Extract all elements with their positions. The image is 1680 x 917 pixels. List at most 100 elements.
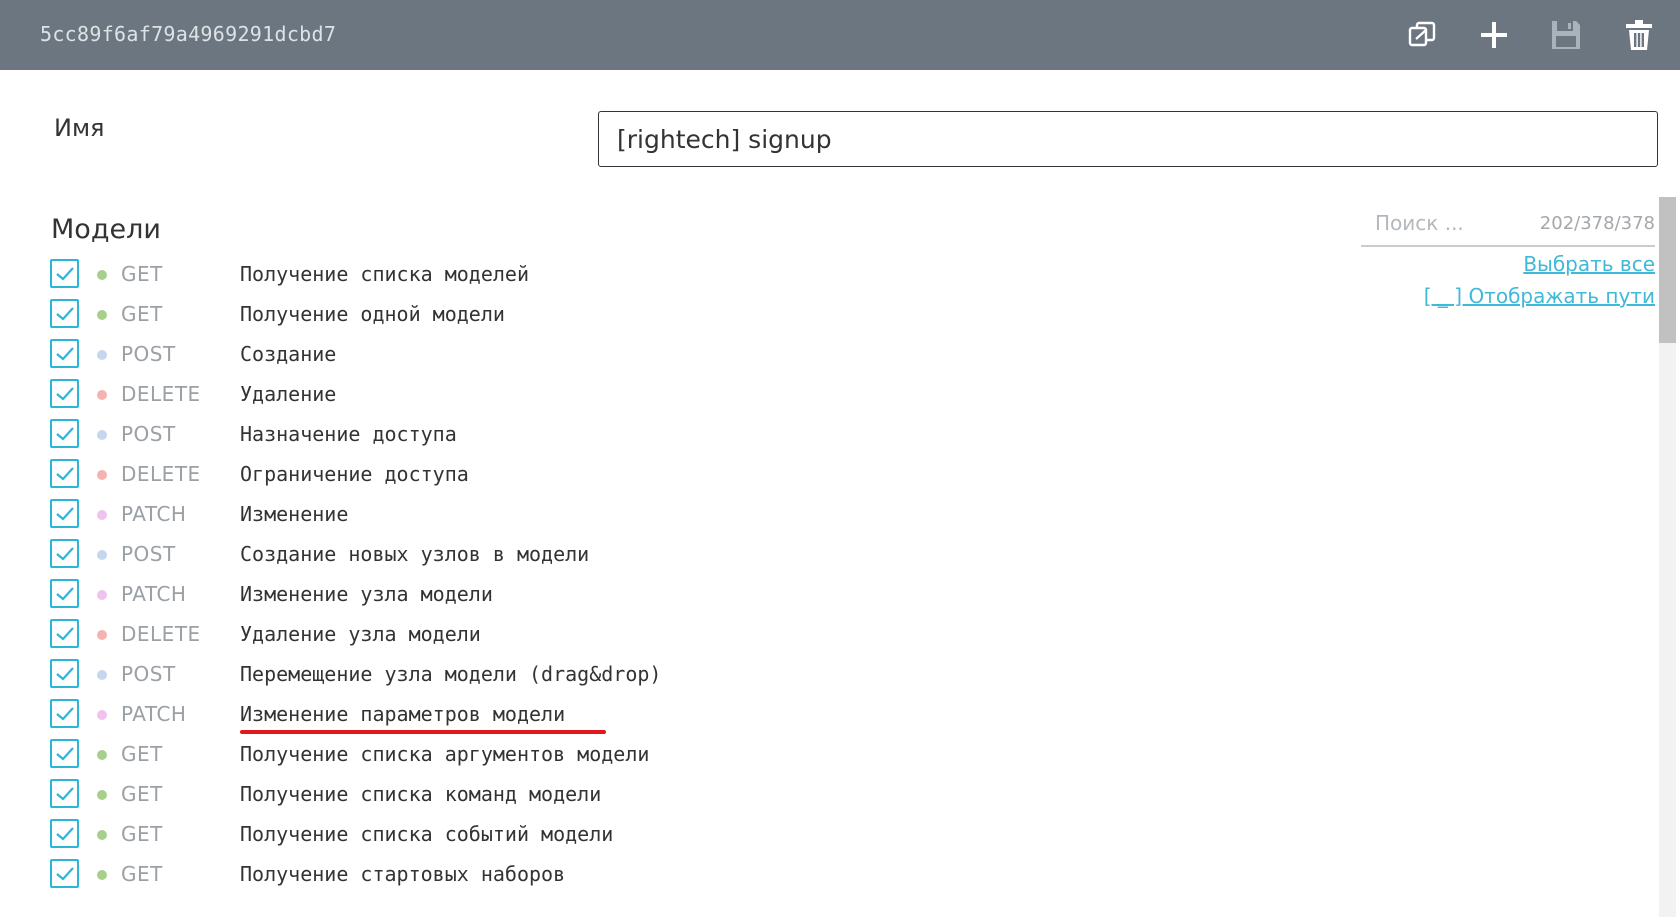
- http-method: DELETE: [121, 462, 201, 486]
- endpoint-row[interactable]: PATCH Изменение узла модели: [50, 575, 950, 615]
- copy-icon: [1408, 21, 1436, 47]
- checkmark-icon: [55, 266, 74, 281]
- endpoint-description: Создание новых узлов в модели: [240, 542, 590, 566]
- endpoint-checkbox[interactable]: [50, 779, 79, 808]
- method-dot-icon: [97, 670, 107, 680]
- http-method: GET: [121, 822, 163, 846]
- endpoint-description: Ограничение доступа: [240, 462, 469, 486]
- http-method: DELETE: [121, 622, 201, 646]
- endpoint-row[interactable]: POST Создание новых узлов в модели: [50, 535, 950, 575]
- method-dot-icon: [97, 630, 107, 640]
- http-method: PATCH: [121, 702, 187, 726]
- http-method: POST: [121, 422, 176, 446]
- endpoint-description: Получение одной модели: [240, 302, 505, 326]
- endpoint-row[interactable]: DELETE Удаление узла модели: [50, 615, 950, 655]
- http-method: PATCH: [121, 502, 187, 526]
- trash-icon: [1626, 20, 1652, 50]
- name-input[interactable]: [598, 111, 1658, 167]
- endpoint-description: Назначение доступа: [240, 422, 457, 446]
- checkmark-icon: [55, 426, 74, 441]
- show-paths-toggle[interactable]: [ _ ] Отображать пути: [1424, 284, 1655, 308]
- http-method: POST: [121, 662, 176, 686]
- copy-button[interactable]: [1402, 15, 1442, 55]
- endpoint-row[interactable]: PATCH Изменение параметров модели: [50, 695, 950, 735]
- search-box: 202/378/378: [1361, 207, 1655, 247]
- endpoint-row[interactable]: GET Получение стартовых наборов: [50, 855, 950, 895]
- endpoint-row[interactable]: GET Получение списка моделей: [50, 255, 950, 295]
- endpoint-checkbox[interactable]: [50, 619, 79, 648]
- checkmark-icon: [55, 546, 74, 561]
- endpoint-row[interactable]: DELETE Ограничение доступа: [50, 455, 950, 495]
- method-dot-icon: [97, 270, 107, 280]
- endpoint-checkbox[interactable]: [50, 379, 79, 408]
- method-dot-icon: [97, 790, 107, 800]
- checkmark-icon: [55, 306, 74, 321]
- method-dot-icon: [97, 310, 107, 320]
- endpoint-row[interactable]: GET Получение одной модели: [50, 295, 950, 335]
- http-method: PATCH: [121, 582, 187, 606]
- endpoint-checkbox[interactable]: [50, 419, 79, 448]
- checkmark-icon: [55, 466, 74, 481]
- endpoint-description: Изменение параметров модели: [240, 702, 566, 726]
- top-bar: 5cc89f6af79a4969291dcbd7: [0, 0, 1680, 70]
- red-underline-annotation: [240, 730, 606, 734]
- endpoint-row[interactable]: GET Получение списка аргументов модели: [50, 735, 950, 775]
- endpoint-checkbox[interactable]: [50, 819, 79, 848]
- endpoint-checkbox[interactable]: [50, 459, 79, 488]
- endpoint-description: Изменение узла модели: [240, 582, 493, 606]
- endpoint-description: Получение списка аргументов модели: [240, 742, 650, 766]
- add-button[interactable]: [1474, 15, 1514, 55]
- endpoint-row[interactable]: PATCH Изменение: [50, 495, 950, 535]
- endpoint-checkbox[interactable]: [50, 339, 79, 368]
- method-dot-icon: [97, 870, 107, 880]
- endpoint-row[interactable]: POST Создание: [50, 335, 950, 375]
- method-dot-icon: [97, 550, 107, 560]
- endpoint-checkbox[interactable]: [50, 579, 79, 608]
- checkmark-icon: [55, 506, 74, 521]
- http-method: POST: [121, 542, 176, 566]
- endpoint-row[interactable]: GET Получение списка событий модели: [50, 815, 950, 855]
- endpoint-row[interactable]: POST Перемещение узла модели (drag&drop): [50, 655, 950, 695]
- endpoint-description: Удаление: [240, 382, 337, 406]
- endpoint-checkbox[interactable]: [50, 299, 79, 328]
- models-section-title: Модели: [51, 214, 161, 245]
- endpoint-checkbox[interactable]: [50, 499, 79, 528]
- endpoint-checkbox[interactable]: [50, 739, 79, 768]
- checkmark-icon: [55, 826, 74, 841]
- name-label: Имя: [54, 114, 105, 142]
- search-count: 202/378/378: [1539, 213, 1655, 234]
- endpoint-description: Изменение: [240, 502, 349, 526]
- search-input[interactable]: [1361, 207, 1521, 239]
- scrollbar-thumb[interactable]: [1659, 197, 1676, 343]
- select-all-link[interactable]: Выбрать все: [1523, 252, 1655, 276]
- checkmark-icon: [55, 706, 74, 721]
- method-dot-icon: [97, 710, 107, 720]
- endpoint-checkbox[interactable]: [50, 859, 79, 888]
- method-dot-icon: [97, 470, 107, 480]
- http-method: GET: [121, 262, 163, 286]
- endpoint-checkbox[interactable]: [50, 659, 79, 688]
- checkmark-icon: [55, 346, 74, 361]
- http-method: DELETE: [121, 382, 201, 406]
- endpoint-description: Перемещение узла модели (drag&drop): [240, 662, 662, 686]
- save-icon: [1552, 21, 1580, 49]
- endpoint-description: Получение списка моделей: [240, 262, 529, 286]
- save-button[interactable]: [1546, 15, 1586, 55]
- http-method: GET: [121, 742, 163, 766]
- endpoint-description: Получение списка событий модели: [240, 822, 614, 846]
- http-method: POST: [121, 342, 176, 366]
- checkmark-icon: [55, 586, 74, 601]
- endpoint-checkbox[interactable]: [50, 699, 79, 728]
- endpoint-checkbox[interactable]: [50, 259, 79, 288]
- delete-button[interactable]: [1619, 15, 1659, 55]
- endpoint-description: Получение стартовых наборов: [240, 862, 566, 886]
- method-dot-icon: [97, 350, 107, 360]
- endpoint-row[interactable]: DELETE Удаление: [50, 375, 950, 415]
- endpoint-row[interactable]: POST Назначение доступа: [50, 415, 950, 455]
- http-method: GET: [121, 302, 163, 326]
- record-id-title: 5cc89f6af79a4969291dcbd7: [40, 22, 337, 46]
- endpoint-checkbox[interactable]: [50, 539, 79, 568]
- endpoint-row[interactable]: GET Получение списка команд модели: [50, 775, 950, 815]
- checkmark-icon: [55, 626, 74, 641]
- endpoint-description: Удаление узла модели: [240, 622, 481, 646]
